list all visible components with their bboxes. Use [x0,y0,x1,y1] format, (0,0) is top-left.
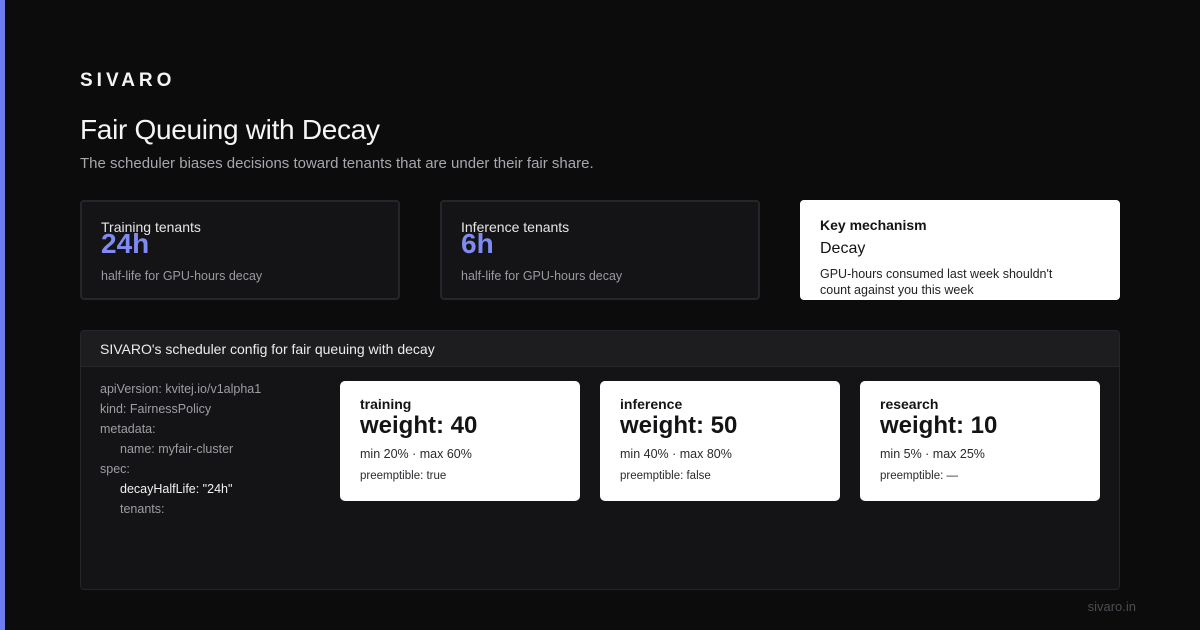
tenant-name: research [880,396,939,412]
tenant-limits: min 20% · max 60% [360,447,472,461]
tenant-name: training [360,396,412,412]
config-panel: SIVARO's scheduler config for fair queui… [80,330,1120,590]
tenant-preemptible: preemptible: true [360,470,447,482]
footer-domain: sivaro.in [1087,599,1136,614]
stat-value: 6h [461,228,494,259]
config-code: apiVersion: kvitej.io/v1alpha1 kind: Fai… [100,379,261,519]
code-line: metadata: [100,422,156,436]
tenant-limits: min 40% · max 80% [620,447,732,461]
tenant-weight: weight: 40 [360,412,478,439]
code-line: kind: FairnessPolicy [100,402,212,416]
config-header-text: SIVARO's scheduler config for fair queui… [100,341,435,357]
tenant-preemptible: preemptible: false [620,470,711,482]
stat-caption: half-life for GPU-hours decay [101,269,263,283]
stat-caption: half-life for GPU-hours decay [461,269,623,283]
mechanism-value: Decay [820,240,866,257]
tenant-card-training: training weight: 40 min 20% · max 60% pr… [340,381,580,501]
stat-card-inference: Inference tenants 6h half-life for GPU-h… [440,200,760,300]
tenant-limits: min 5% · max 25% [880,447,985,461]
mechanism-description: GPU-hours consumed last week shouldn't c… [820,267,1053,297]
code-line-highlight: decayHalfLife: "24h" [120,482,233,496]
code-line: apiVersion: kvitej.io/v1alpha1 [100,382,262,396]
key-mechanism-card: Key mechanism Decay GPU-hours consumed l… [800,200,1120,300]
page-title: Fair Queuing with Decay [80,114,380,145]
accent-bar [0,0,5,630]
code-line: spec: [100,462,130,476]
stat-value: 24h [101,228,150,259]
config-header: SIVARO's scheduler config for fair queui… [81,331,1119,367]
tenant-weight: weight: 10 [880,412,998,439]
brand-logo: SIVARO [80,70,176,91]
tenant-preemptible: preemptible: — [880,470,958,482]
tenant-card-research: research weight: 10 min 5% · max 25% pre… [860,381,1100,501]
tenant-card-inference: inference weight: 50 min 40% · max 80% p… [600,381,840,501]
code-line: name: myfair-cluster [120,442,234,456]
code-line: tenants: [120,502,165,516]
page-subtitle: The scheduler biases decisions toward te… [80,155,594,172]
stat-card-training: Training tenants 24h half-life for GPU-h… [80,200,400,300]
tenant-weight: weight: 50 [620,412,738,439]
mechanism-label: Key mechanism [820,217,927,233]
tenant-name: inference [620,396,683,412]
